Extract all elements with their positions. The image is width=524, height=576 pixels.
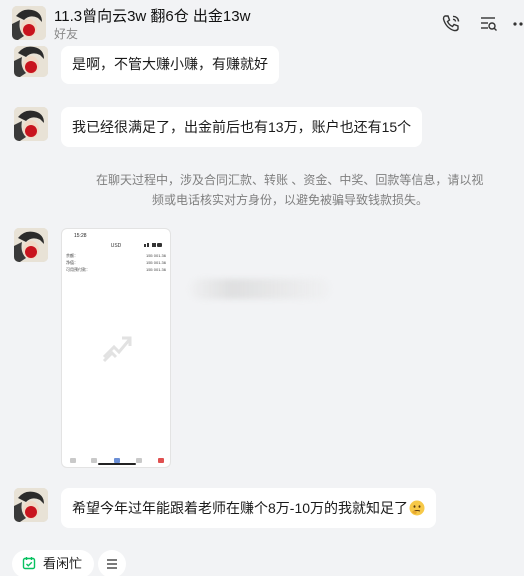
phone-currency: USD <box>110 243 122 249</box>
phone-time: 15:28 <box>74 233 87 239</box>
thinking-face-emoji-icon <box>409 500 425 516</box>
phone-sync-icon[interactable] <box>440 13 462 35</box>
image-message-screenshot[interactable]: 15:28 USD 余额： 155 001.36 净值： 155 001.36 … <box>61 228 171 468</box>
menu-icon <box>107 559 117 569</box>
chart-watermark-icon <box>100 329 134 363</box>
phone-row: 可用预付款： 155 001.36 <box>66 267 166 273</box>
phone-row-value: 155 001.36 <box>145 260 166 265</box>
list-icon[interactable] <box>477 13 499 35</box>
chat-title: 11.3曾向云3w 翻6仓 出金13w <box>54 8 251 25</box>
contact-avatar[interactable] <box>12 6 46 40</box>
contact-avatar[interactable] <box>14 107 48 141</box>
menu-button[interactable] <box>98 550 126 576</box>
message-bubble[interactable]: 希望今年过年能跟着老师在赚个8万-10万的我就知足了 <box>61 488 437 528</box>
phone-row: 净值： 155 001.36 <box>66 260 166 266</box>
contact-avatar[interactable] <box>14 46 48 77</box>
calendar-check-icon <box>22 552 36 570</box>
chat-subtitle: 好友 <box>54 27 79 41</box>
message-text: 希望今年过年能跟着老师在赚个8万-10万的我就知足了 <box>72 500 409 516</box>
message-bubble[interactable]: 我已经很满足了，出金前后也有13万，账户也还有15个 <box>61 107 423 147</box>
phone-row-value: 155 001.36 <box>145 253 166 258</box>
phone-home-indicator <box>98 463 136 465</box>
phone-row-label: 可用预付款： <box>66 267 90 272</box>
phone-row: 余额： 155 001.36 <box>66 253 166 259</box>
message-bubble[interactable]: 是啊，不管大赚小赚，有赚就好 <box>61 46 279 84</box>
notice-line-2: 频或电话核实对方身份，以避免被骗导致钱款损失。 <box>152 193 429 207</box>
phone-row-value: 155 001.36 <box>145 267 166 272</box>
contact-avatar[interactable] <box>14 228 48 262</box>
phone-row-label: 净值： <box>66 260 78 265</box>
contact-avatar[interactable] <box>14 488 48 522</box>
chat-header: 11.3曾向云3w 翻6仓 出金13w 好友 <box>0 0 524 46</box>
phone-status-icon <box>144 234 162 247</box>
more-icon[interactable] <box>512 13 524 35</box>
security-notice: 在聊天过程中，涉及合同汇款、转账 、资金、中奖、回款等信息，请以视 频或电话核实… <box>96 170 496 210</box>
quick-action-label: 看闲忙 <box>43 556 83 571</box>
phone-row-label: 余额： <box>66 253 78 258</box>
notice-line-1: 在聊天过程中，涉及合同汇款、转账 、资金、中奖、回款等信息，请以视 <box>96 173 484 187</box>
blurred-message <box>190 279 330 299</box>
quick-action-button[interactable]: 看闲忙 <box>12 550 95 576</box>
